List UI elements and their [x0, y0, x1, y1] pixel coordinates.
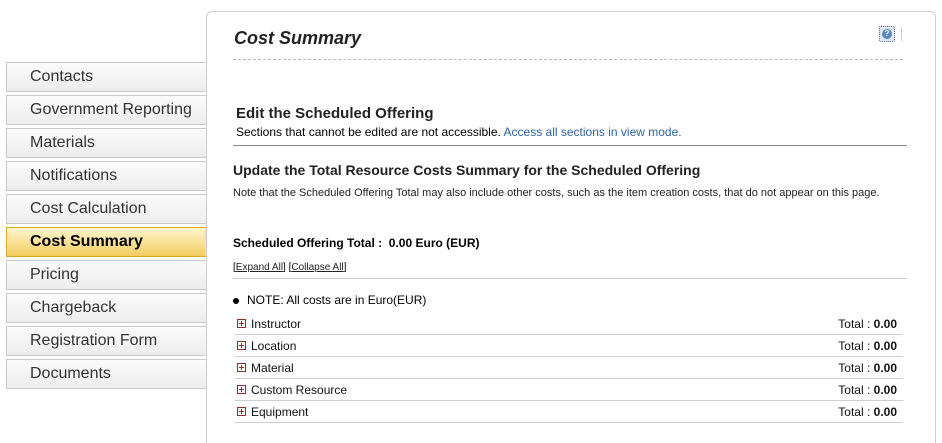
sidebar-item-registration-form[interactable]: Registration Form — [6, 326, 206, 356]
cost-total-value: 0.00 — [873, 339, 897, 353]
sidebar-item-notifications[interactable]: Notifications — [6, 161, 206, 191]
cost-total-value: 0.00 — [873, 361, 897, 375]
update-note: Note that the Scheduled Offering Total m… — [233, 187, 880, 199]
edit-section-desc: Sections that cannot be edited are not a… — [236, 125, 682, 139]
cost-name: Custom Resource — [251, 383, 348, 397]
help-icon: ? — [882, 29, 892, 39]
cost-total: Total : 0.00 — [838, 313, 897, 335]
edit-desc-text: Sections that cannot be edited are not a… — [236, 125, 501, 139]
update-section-title: Update the Total Resource Costs Summary … — [233, 162, 701, 178]
offering-total-label: Scheduled Offering Total : — [233, 236, 383, 250]
cost-total-value: 0.00 — [873, 317, 897, 331]
sidebar-item-documents[interactable]: Documents — [6, 359, 206, 389]
expand-icon[interactable] — [237, 341, 246, 350]
sidebar-item-contacts[interactable]: Contacts — [6, 62, 206, 92]
cost-total-label: Total : — [838, 383, 871, 397]
cost-total-label: Total : — [838, 361, 871, 375]
cost-name: Location — [251, 339, 297, 353]
sidebar-item-label: Cost Summary — [30, 233, 143, 250]
cost-total: Total : 0.00 — [838, 379, 897, 401]
help-button[interactable]: ? — [879, 26, 895, 42]
divider — [901, 27, 902, 41]
sidebar-item-government-reporting[interactable]: Government Reporting — [6, 95, 206, 125]
offering-total: Scheduled Offering Total : 0.00 Euro (EU… — [233, 236, 479, 250]
cost-row-custom-resource: Custom Resource Total : 0.00 — [235, 379, 903, 401]
expand-icon[interactable] — [237, 385, 246, 394]
sidebar-item-cost-calculation[interactable]: Cost Calculation — [6, 194, 206, 224]
cost-total: Total : 0.00 — [838, 335, 897, 357]
divider — [233, 59, 903, 60]
sidebar-item-cost-summary[interactable]: Cost Summary — [6, 227, 220, 257]
divider — [233, 145, 907, 146]
cost-row-instructor: Instructor Total : 0.00 — [235, 313, 903, 335]
bullet-icon — [233, 297, 239, 304]
cost-total-label: Total : — [838, 339, 871, 353]
cost-total-label: Total : — [838, 405, 871, 419]
cost-list: Instructor Total : 0.00 Location Total :… — [235, 313, 903, 423]
cost-row-material: Material Total : 0.00 — [235, 357, 903, 379]
page-title: Cost Summary — [234, 28, 362, 48]
expand-all-link[interactable]: Expand All — [236, 262, 283, 273]
edit-section-title: Edit the Scheduled Offering — [236, 105, 434, 122]
divider — [233, 278, 907, 279]
currency-note-text: NOTE: All costs are in Euro(EUR) — [247, 293, 427, 307]
expand-icon[interactable] — [237, 407, 246, 416]
cost-total: Total : 0.00 — [838, 401, 897, 423]
expand-collapse-links: [Expand All] [Collapse All] — [233, 262, 347, 273]
cost-row-location: Location Total : 0.00 — [235, 335, 903, 357]
expand-icon[interactable] — [237, 363, 246, 372]
view-mode-link[interactable]: Access all sections in view mode. — [504, 125, 682, 139]
cost-name: Instructor — [251, 317, 302, 331]
sidebar: Contacts Government Reporting Materials … — [6, 62, 220, 392]
cost-total-value: 0.00 — [873, 383, 897, 397]
sidebar-item-chargeback[interactable]: Chargeback — [6, 293, 206, 323]
cost-row-equipment: Equipment Total : 0.00 — [235, 401, 903, 423]
cost-total-label: Total : — [838, 317, 871, 331]
offering-total-value: 0.00 Euro (EUR) — [388, 236, 480, 250]
sidebar-item-pricing[interactable]: Pricing — [6, 260, 206, 290]
cost-total-value: 0.00 — [873, 405, 897, 419]
collapse-all-link[interactable]: Collapse All — [291, 262, 343, 273]
main-panel: Cost Summary ? Edit the Scheduled Offeri… — [206, 11, 936, 443]
cost-name: Material — [251, 361, 294, 375]
cost-name: Equipment — [251, 405, 309, 419]
cost-total: Total : 0.00 — [838, 357, 897, 379]
currency-note: NOTE: All costs are in Euro(EUR) — [233, 293, 426, 307]
sidebar-item-materials[interactable]: Materials — [6, 128, 206, 158]
expand-icon[interactable] — [237, 319, 246, 328]
